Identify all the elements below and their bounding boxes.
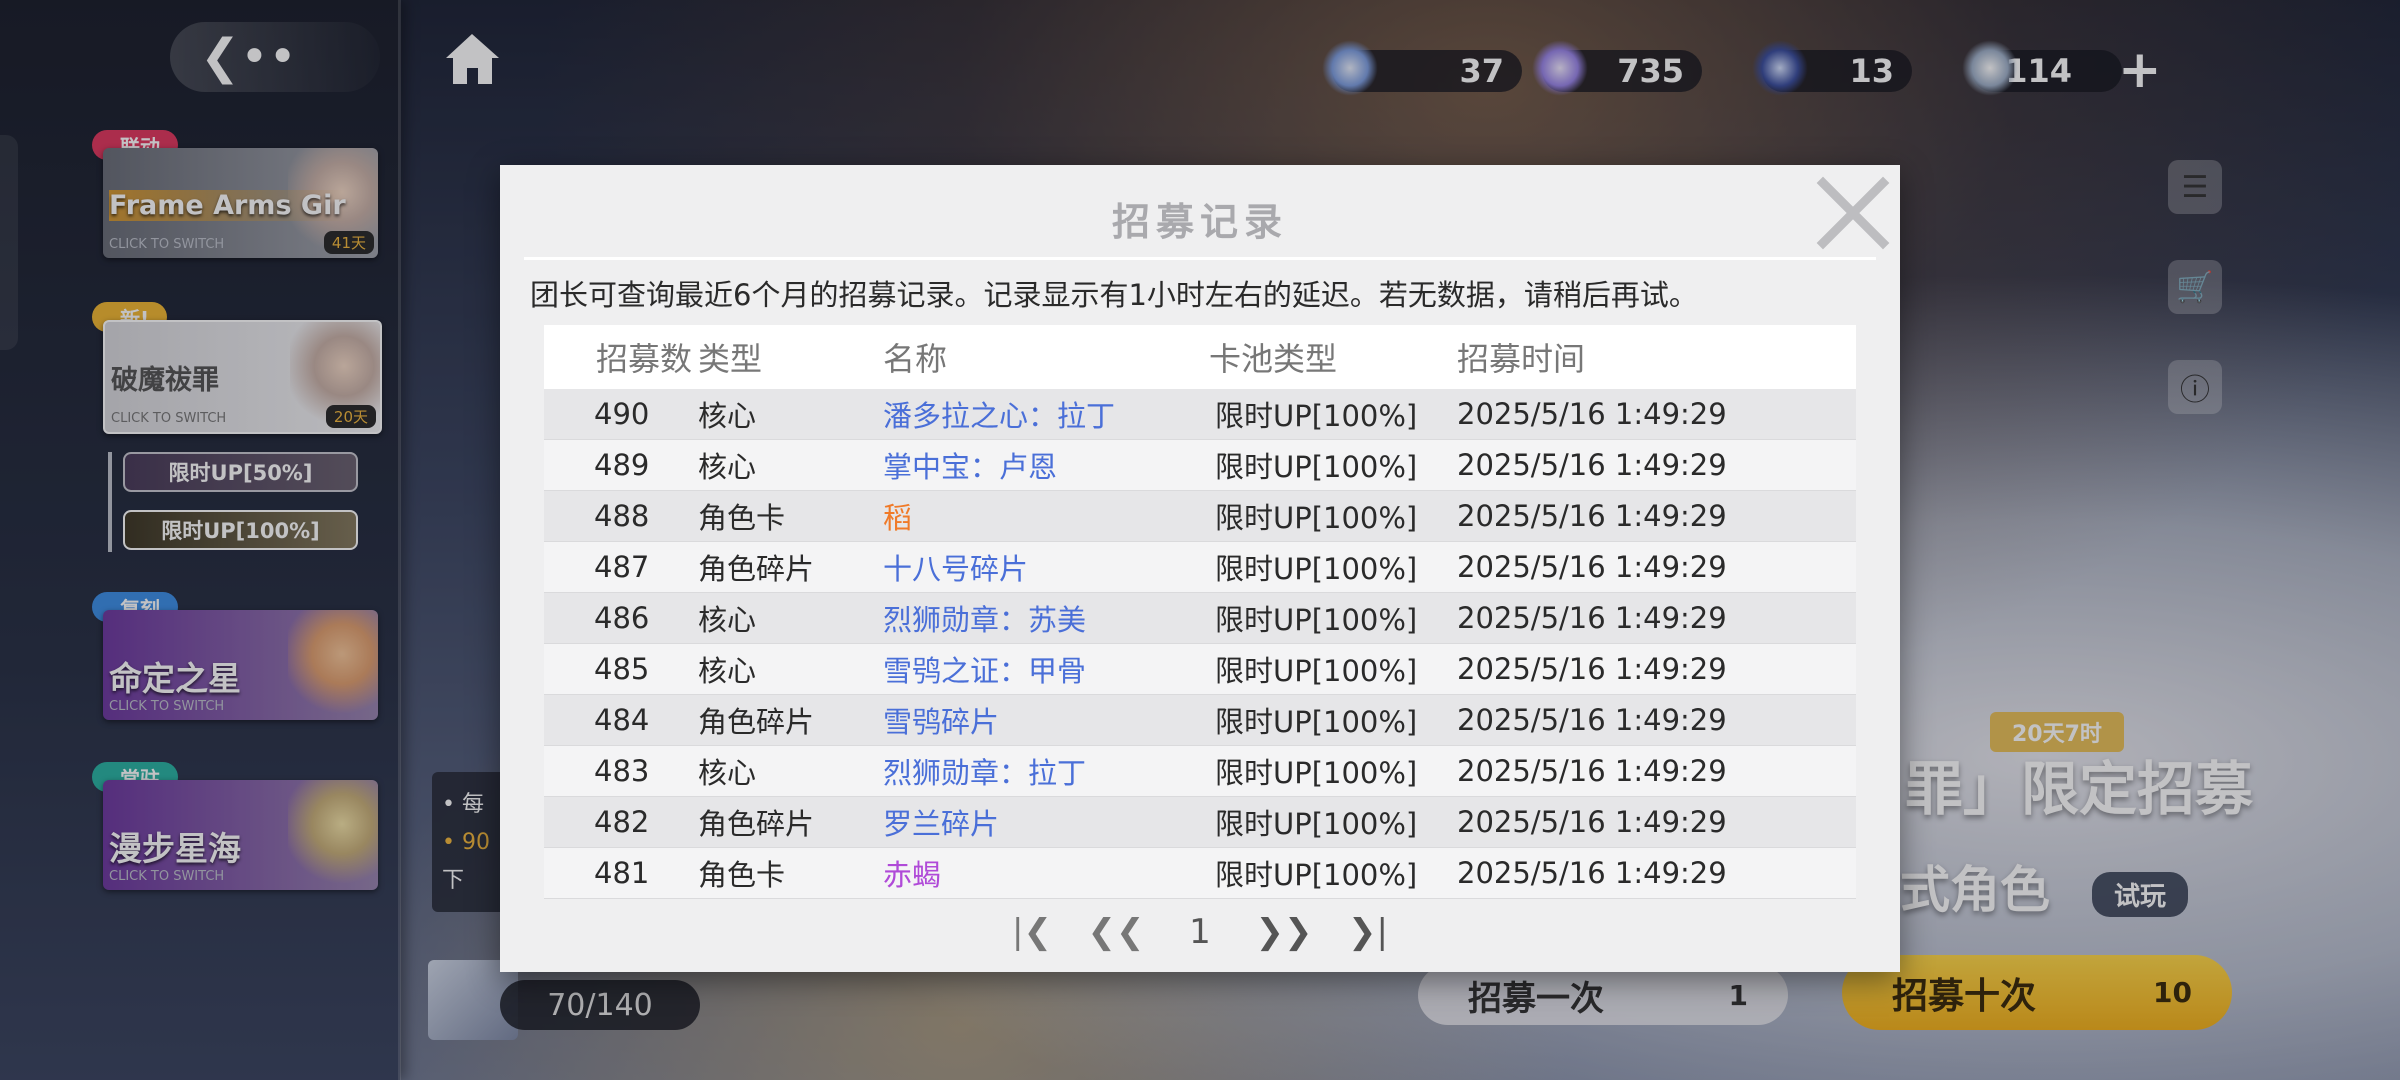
- cell-pool-type: 限时UP[100%]: [1215, 501, 1418, 535]
- table-row: 481 角色卡 赤蝎 限时UP[100%] 2025/5/16 1:49:29: [544, 848, 1856, 899]
- cell-pool-type: 限时UP[100%]: [1215, 399, 1418, 433]
- cell-recruit-time: 2025/5/16 1:49:29: [1457, 499, 1727, 533]
- table-row: 482 角色碎片 罗兰碎片 限时UP[100%] 2025/5/16 1:49:29: [544, 797, 1856, 848]
- last-page-button[interactable]: ❯|: [1346, 910, 1390, 954]
- cell-name: 十八号碎片: [883, 552, 1029, 586]
- table-row: 486 核心 烈狮勋章：苏美 限时UP[100%] 2025/5/16 1:49:29: [544, 593, 1856, 644]
- cell-pool-type: 限时UP[100%]: [1215, 654, 1418, 688]
- next-page-button[interactable]: ❯❯: [1256, 910, 1313, 954]
- cell-name: 赤蝎: [883, 858, 942, 892]
- cell-name: 掌中宝：卢恩: [883, 450, 1058, 484]
- cell-recruit-time: 2025/5/16 1:49:29: [1457, 550, 1727, 584]
- dialog-title: 招募记录: [1111, 200, 1288, 244]
- first-page-button[interactable]: |❮: [1010, 910, 1054, 954]
- cell-name: 雪鸮碎片: [883, 705, 1000, 739]
- table-header: 招募数 类型 名称 卡池类型 招募时间: [544, 325, 1856, 389]
- col-pool-type: 卡池类型: [1209, 340, 1338, 378]
- cell-recruit-no: 490: [594, 397, 650, 431]
- table-body: 490 核心 潘多拉之心：拉丁 限时UP[100%] 2025/5/16 1:49:29…: [544, 389, 1856, 899]
- col-recruit-no: 招募数: [596, 340, 693, 378]
- cell-recruit-no: 485: [594, 652, 650, 686]
- cell-pool-type: 限时UP[100%]: [1215, 807, 1418, 841]
- cell-name: 雪鸮之证：甲骨: [883, 654, 1087, 688]
- cell-recruit-time: 2025/5/16 1:49:29: [1457, 397, 1727, 431]
- cell-recruit-no: 484: [594, 703, 650, 737]
- record-table: 招募数 类型 名称 卡池类型 招募时间 490 核心 潘多拉之心：拉丁 限时UP[10…: [544, 325, 1856, 899]
- cell-name: 烈狮勋章：苏美: [883, 603, 1087, 637]
- cell-recruit-no: 481: [594, 856, 650, 890]
- cell-name: 稻: [883, 501, 913, 535]
- cell-recruit-no: 482: [594, 805, 650, 839]
- table-row: 487 角色碎片 十八号碎片 限时UP[100%] 2025/5/16 1:49:29: [544, 542, 1856, 593]
- cell-recruit-time: 2025/5/16 1:49:29: [1457, 754, 1727, 788]
- recruit-record-dialog: 招募记录 团长可查询最近6个月的招募记录。记录显示有1小时左右的延迟。若无数据，…: [500, 165, 1900, 972]
- cell-type: 角色碎片: [698, 552, 815, 586]
- pagination: |❮ ❮❮ 1 ❯❯ ❯|: [500, 910, 1900, 954]
- cell-pool-type: 限时UP[100%]: [1215, 705, 1418, 739]
- title-divider: [524, 257, 1876, 260]
- close-x-icon: [1816, 176, 1890, 250]
- cell-type: 角色卡: [698, 858, 786, 892]
- cell-pool-type: 限时UP[100%]: [1215, 552, 1418, 586]
- cell-recruit-no: 486: [594, 601, 650, 635]
- cell-pool-type: 限时UP[100%]: [1215, 858, 1418, 892]
- table-row: 485 核心 雪鸮之证：甲骨 限时UP[100%] 2025/5/16 1:49:29: [544, 644, 1856, 695]
- cell-recruit-time: 2025/5/16 1:49:29: [1457, 805, 1727, 839]
- dialog-description: 团长可查询最近6个月的招募记录。记录显示有1小时左右的延迟。若无数据，请稍后再试…: [530, 278, 1698, 312]
- current-page: 1: [1189, 912, 1211, 952]
- cell-type: 核心: [698, 756, 757, 790]
- col-type: 类型: [698, 340, 763, 378]
- cell-recruit-no: 489: [594, 448, 650, 482]
- cell-type: 核心: [698, 654, 757, 688]
- table-row: 484 角色碎片 雪鸮碎片 限时UP[100%] 2025/5/16 1:49:29: [544, 695, 1856, 746]
- cell-recruit-no: 487: [594, 550, 650, 584]
- table-row: 489 核心 掌中宝：卢恩 限时UP[100%] 2025/5/16 1:49:29: [544, 440, 1856, 491]
- col-name: 名称: [883, 340, 948, 378]
- first-page-icon: |❮: [1012, 912, 1052, 952]
- cell-type: 角色碎片: [698, 807, 815, 841]
- cell-type: 角色碎片: [698, 705, 815, 739]
- cell-pool-type: 限时UP[100%]: [1215, 450, 1418, 484]
- cell-recruit-no: 488: [594, 499, 650, 533]
- col-recruit-time: 招募时间: [1457, 340, 1586, 378]
- cell-recruit-time: 2025/5/16 1:49:29: [1457, 448, 1727, 482]
- cell-name: 潘多拉之心：拉丁: [883, 399, 1116, 433]
- table-row: 483 核心 烈狮勋章：拉丁 限时UP[100%] 2025/5/16 1:49:29: [544, 746, 1856, 797]
- table-row: 488 角色卡 稻 限时UP[100%] 2025/5/16 1:49:29: [544, 491, 1856, 542]
- last-page-icon: ❯|: [1348, 912, 1388, 952]
- cell-recruit-no: 483: [594, 754, 650, 788]
- double-chevron-right-icon: ❯❯: [1255, 912, 1313, 952]
- cell-type: 核心: [698, 399, 757, 433]
- cell-pool-type: 限时UP[100%]: [1215, 756, 1418, 790]
- prev-page-button[interactable]: ❮❮: [1088, 910, 1145, 954]
- table-row: 490 核心 潘多拉之心：拉丁 限时UP[100%] 2025/5/16 1:49:29: [544, 389, 1856, 440]
- cell-name: 罗兰碎片: [883, 807, 1000, 841]
- cell-recruit-time: 2025/5/16 1:49:29: [1457, 856, 1727, 890]
- cell-type: 核心: [698, 450, 757, 484]
- double-chevron-left-icon: ❮❮: [1087, 912, 1145, 952]
- cell-type: 角色卡: [698, 501, 786, 535]
- cell-pool-type: 限时UP[100%]: [1215, 603, 1418, 637]
- cell-recruit-time: 2025/5/16 1:49:29: [1457, 652, 1727, 686]
- cell-type: 核心: [698, 603, 757, 637]
- cell-name: 烈狮勋章：拉丁: [883, 756, 1087, 790]
- cell-recruit-time: 2025/5/16 1:49:29: [1457, 703, 1727, 737]
- close-button[interactable]: [1813, 173, 1893, 253]
- cell-recruit-time: 2025/5/16 1:49:29: [1457, 601, 1727, 635]
